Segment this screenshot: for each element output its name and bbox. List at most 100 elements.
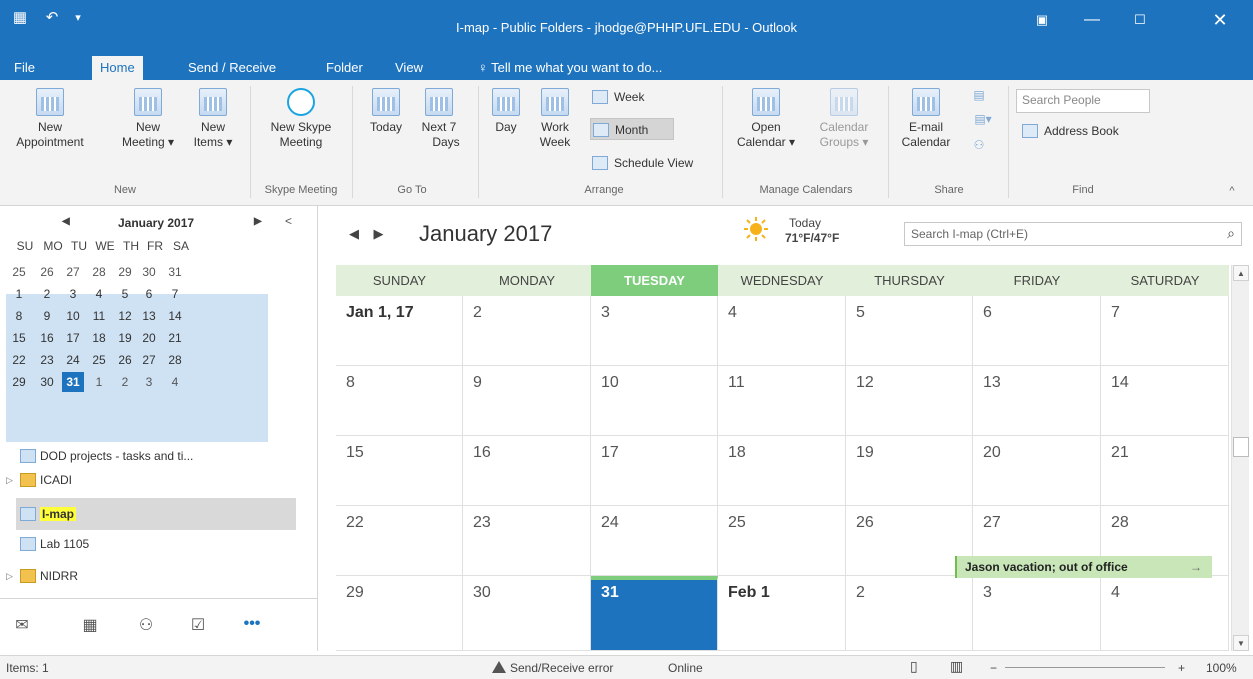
previous-month-icon[interactable]: ◀ — [62, 216, 70, 227]
tab-home[interactable]: Home — [92, 56, 143, 80]
send-receive-error[interactable]: Send/Receive error — [492, 661, 613, 675]
work-week-view-button[interactable]: Work Week — [530, 88, 580, 150]
calendar-day-cell[interactable]: 21 — [1101, 436, 1229, 506]
tab-file[interactable]: File — [6, 56, 43, 80]
tasks-icon[interactable]: ☑ — [186, 615, 210, 635]
mini-calendar-day[interactable]: 30 — [36, 372, 58, 392]
open-calendar-button[interactable]: Open Calendar ▾ — [726, 88, 806, 150]
calendar-day-cell[interactable]: 22 — [336, 506, 463, 576]
calendar-day-cell[interactable]: 30 — [463, 576, 591, 651]
calendar-icon[interactable]: ▦ — [78, 615, 102, 635]
mini-calendar-day[interactable]: 12 — [114, 306, 136, 326]
zoom-in-icon[interactable]: + — [1178, 661, 1185, 675]
next-7-days-button[interactable]: Next 7 Days — [414, 88, 464, 150]
collapse-ribbon-icon[interactable]: ^ — [1224, 184, 1240, 199]
mini-calendar-day[interactable]: 19 — [114, 328, 136, 348]
calendar-day-cell[interactable]: Jan 1, 17 — [336, 296, 463, 366]
mini-calendar-day[interactable]: 23 — [36, 350, 58, 370]
calendar-day-cell[interactable]: 3 — [973, 576, 1101, 651]
expand-icon[interactable]: ▷ — [6, 562, 13, 590]
new-items-button[interactable]: New Items ▾ — [186, 88, 240, 150]
today-button[interactable]: Today — [358, 88, 414, 135]
more-icon[interactable]: ••• — [240, 615, 264, 633]
search-icon[interactable]: ⌕ — [1227, 225, 1235, 242]
folder-i-map[interactable]: I-map — [20, 500, 77, 528]
search-people-input[interactable]: Search People — [1016, 89, 1150, 113]
mini-calendar-day[interactable]: 17 — [62, 328, 84, 348]
mini-calendar-day[interactable]: 20 — [138, 328, 160, 348]
people-icon[interactable]: ⚇ — [134, 615, 158, 635]
scroll-down-icon[interactable]: ▼ — [1233, 635, 1249, 651]
calendar-day-cell[interactable]: 6 — [973, 296, 1101, 366]
publish-calendar-icon[interactable]: ▤▾ — [968, 112, 998, 127]
calendar-day-cell[interactable]: Feb 1 — [718, 576, 846, 651]
calendar-day-cell[interactable]: 29 — [336, 576, 463, 651]
mini-calendar-day[interactable]: 31 — [62, 372, 84, 392]
tab-send-receive[interactable]: Send / Receive — [180, 56, 284, 80]
calendar-day-cell[interactable]: 13 — [973, 366, 1101, 436]
new-meeting-button[interactable]: New Meeting ▾ — [116, 88, 180, 150]
mini-calendar-day[interactable]: 15 — [8, 328, 30, 348]
new-skype-meeting-button[interactable]: New Skype Meeting — [252, 88, 350, 150]
mini-calendar-day[interactable]: 10 — [62, 306, 84, 326]
calendar-search-input[interactable]: Search I-map (Ctrl+E) ⌕ — [904, 222, 1242, 246]
tell-me-box[interactable]: ♀ Tell me what you want to do... — [470, 56, 670, 80]
folder-nidrr[interactable]: ▷ NIDRR — [6, 562, 78, 590]
mini-calendar-day[interactable]: 27 — [62, 262, 84, 282]
calendar-day-cell[interactable]: 14 — [1101, 366, 1229, 436]
calendar-day-cell[interactable]: 20 — [973, 436, 1101, 506]
email-calendar-button[interactable]: E-mail Calendar — [894, 88, 958, 150]
normal-view-icon[interactable]: ▯ — [910, 658, 918, 675]
folder-lab-1105[interactable]: Lab 1105 — [20, 530, 89, 558]
calendar-day-cell[interactable]: 4 — [718, 296, 846, 366]
mini-calendar-day[interactable]: 29 — [114, 262, 136, 282]
schedule-view-button[interactable]: Schedule View — [590, 152, 718, 174]
calendar-day-cell[interactable]: 17 — [591, 436, 718, 506]
mini-calendar-day[interactable]: 2 — [114, 372, 136, 392]
mini-calendar-day[interactable]: 21 — [164, 328, 186, 348]
calendar-day-cell[interactable]: 2 — [846, 576, 973, 651]
mini-calendar-day[interactable]: 18 — [88, 328, 110, 348]
calendar-day-cell[interactable]: 9 — [463, 366, 591, 436]
mini-calendar-day[interactable]: 22 — [8, 350, 30, 370]
mini-calendar-day[interactable]: 25 — [8, 262, 30, 282]
share-calendar-icon[interactable]: ▤ — [968, 88, 990, 103]
calendar-day-cell[interactable]: 24 — [591, 506, 718, 576]
mini-calendar-day[interactable]: 14 — [164, 306, 186, 326]
calendar-day-cell[interactable]: 25 — [718, 506, 846, 576]
new-appointment-button[interactable]: New Appointment — [0, 88, 100, 150]
mini-calendar-day[interactable]: 31 — [164, 262, 186, 282]
mini-calendar-day[interactable]: 6 — [138, 284, 160, 304]
mini-calendar-day[interactable]: 28 — [164, 350, 186, 370]
calendar-day-cell[interactable]: 23 — [463, 506, 591, 576]
mini-calendar-day[interactable]: 1 — [8, 284, 30, 304]
minimize-icon[interactable]: — — [1072, 6, 1112, 34]
mini-calendar-day[interactable]: 30 — [138, 262, 160, 282]
reading-view-icon[interactable]: ▥ — [950, 658, 963, 675]
mini-calendar-day[interactable]: 13 — [138, 306, 160, 326]
calendar-day-cell[interactable]: 2 — [463, 296, 591, 366]
ribbon-display-icon[interactable]: ▣ — [1022, 6, 1062, 34]
calendar-groups-button[interactable]: Calendar Groups ▾ — [806, 88, 882, 150]
calendar-day-cell[interactable]: 12 — [846, 366, 973, 436]
mail-icon[interactable]: ✉ — [10, 615, 34, 635]
mini-calendar-day[interactable]: 25 — [88, 350, 110, 370]
calendar-day-cell[interactable]: 16 — [463, 436, 591, 506]
calendar-day-cell[interactable]: 31 — [591, 576, 718, 651]
folder-icadi[interactable]: ▷ ICADI — [6, 466, 72, 494]
mini-calendar-day[interactable]: 26 — [36, 262, 58, 282]
mini-calendar-day[interactable]: 16 — [36, 328, 58, 348]
mini-calendar-day[interactable]: 8 — [8, 306, 30, 326]
mini-calendar-day[interactable]: 4 — [88, 284, 110, 304]
month-view-button[interactable]: Month — [590, 118, 674, 140]
zoom-out-icon[interactable]: − — [990, 661, 997, 675]
mini-calendar-day[interactable]: 2 — [36, 284, 58, 304]
calendar-day-cell[interactable]: 10 — [591, 366, 718, 436]
mini-calendar-day[interactable]: 29 — [8, 372, 30, 392]
tab-view[interactable]: View — [387, 56, 431, 80]
mini-calendar-day[interactable]: 4 — [164, 372, 186, 392]
next-month-icon[interactable]: ▶ — [373, 226, 383, 241]
mini-calendar-day[interactable]: 24 — [62, 350, 84, 370]
collapse-pane-icon[interactable]: < — [285, 214, 292, 228]
mini-calendar-day[interactable]: 1 — [88, 372, 110, 392]
